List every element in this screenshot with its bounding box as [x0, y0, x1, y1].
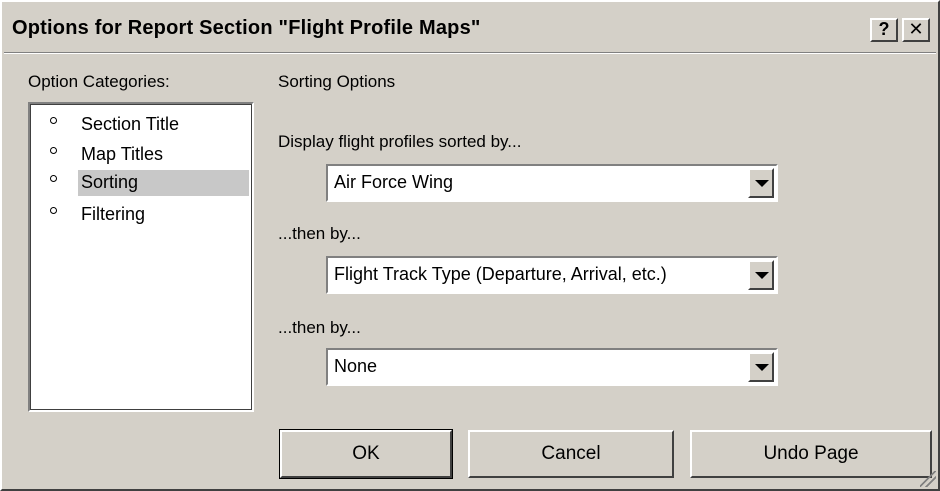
tertiary-sort-dropdown-button[interactable]	[748, 352, 774, 382]
chevron-down-icon	[755, 364, 769, 371]
secondary-sort-dropdown-button[interactable]	[748, 260, 774, 290]
title-bar: Options for Report Section "Flight Profi…	[4, 10, 936, 56]
ok-button[interactable]: OK	[279, 429, 453, 479]
primary-sort-value: Air Force Wing	[334, 172, 454, 192]
close-button[interactable]: ✕	[902, 18, 930, 42]
category-item-section-title[interactable]: Section Title	[40, 110, 250, 140]
chevron-down-icon	[755, 272, 769, 279]
secondary-sort-select[interactable]: Flight Track Type (Departure, Arrival, e…	[326, 256, 778, 294]
primary-sort-dropdown-button[interactable]	[748, 168, 774, 198]
secondary-sort-value: Flight Track Type (Departure, Arrival, e…	[334, 264, 667, 284]
undo-page-button[interactable]: Undo Page	[690, 430, 932, 478]
bullet-icon	[50, 147, 57, 154]
option-categories-list[interactable]: Section Title Map Titles Sorting Filteri…	[28, 102, 254, 412]
bullet-icon	[50, 175, 57, 182]
bullet-icon	[50, 117, 57, 124]
category-item-label: Filtering	[81, 204, 146, 224]
primary-sort-select[interactable]: Air Force Wing	[326, 164, 778, 202]
title-separator	[4, 52, 936, 54]
dialog-title: Options for Report Section "Flight Profi…	[12, 17, 481, 39]
category-item-label: Section Title	[81, 114, 180, 134]
bullet-icon	[50, 207, 57, 214]
tertiary-sort-select[interactable]: None	[326, 348, 778, 386]
help-icon: ?	[878, 19, 890, 39]
close-icon: ✕	[908, 19, 924, 39]
options-dialog: Options for Report Section "Flight Profi…	[0, 0, 940, 491]
category-item-filtering[interactable]: Filtering	[40, 200, 250, 230]
chevron-down-icon	[755, 180, 769, 187]
secondary-sort-prompt: ...then by...	[278, 224, 361, 243]
category-item-label: Sorting	[78, 170, 249, 196]
sorting-options-heading: Sorting Options	[278, 72, 396, 91]
resize-grip-icon[interactable]	[920, 471, 936, 487]
primary-sort-prompt: Display flight profiles sorted by...	[278, 132, 522, 151]
cancel-button[interactable]: Cancel	[468, 430, 674, 478]
tertiary-sort-value: None	[334, 356, 378, 376]
category-item-label: Map Titles	[81, 144, 164, 164]
help-button[interactable]: ?	[870, 18, 898, 42]
category-item-sorting[interactable]: Sorting	[40, 168, 250, 198]
tertiary-sort-prompt: ...then by...	[278, 318, 361, 337]
option-categories-label: Option Categories:	[28, 72, 170, 91]
category-item-map-titles[interactable]: Map Titles	[40, 140, 250, 170]
